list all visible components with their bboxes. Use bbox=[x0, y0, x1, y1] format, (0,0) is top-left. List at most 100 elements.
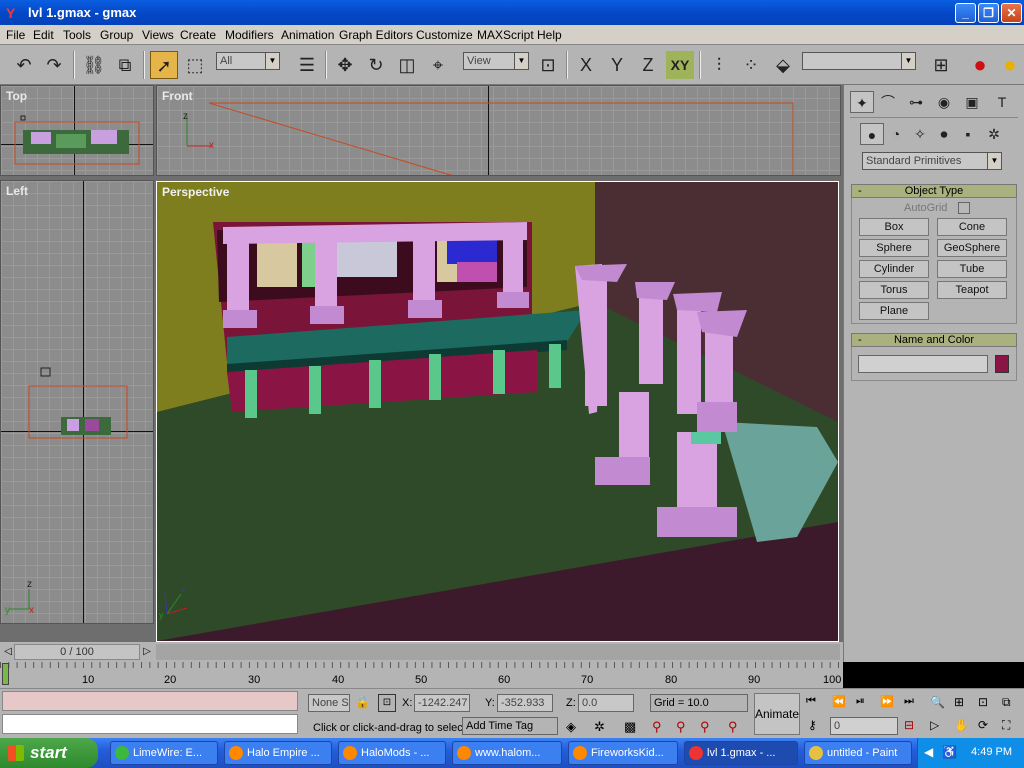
axis-z-button[interactable]: Z bbox=[634, 51, 662, 79]
prev-frame-icon[interactable]: ◁ bbox=[2, 644, 14, 660]
viewport-tool-icon[interactable]: ◈ bbox=[566, 719, 576, 735]
current-frame-field[interactable]: 0 bbox=[830, 717, 898, 735]
arc-rotate-icon[interactable]: ⟳ bbox=[978, 718, 988, 732]
menu-file[interactable]: File bbox=[6, 28, 25, 42]
motion-tab-icon[interactable]: ◉ bbox=[932, 91, 956, 113]
goto-end-icon[interactable]: ⏭ bbox=[904, 695, 914, 708]
box-button[interactable]: Box bbox=[859, 218, 929, 236]
display-tab-icon[interactable]: ▣ bbox=[960, 91, 984, 113]
pivot-icon[interactable]: ⌖ bbox=[424, 51, 452, 79]
name-color-rollout-header[interactable]: - Name and Color bbox=[851, 333, 1017, 347]
undo-icon[interactable]: ↶ bbox=[10, 51, 38, 79]
degrade-override-icon[interactable]: ✲ bbox=[594, 719, 605, 735]
key-mode-icon[interactable]: ⚷ bbox=[808, 718, 817, 732]
y-coordinate-field[interactable]: -352.933 bbox=[497, 694, 553, 712]
geosphere-button[interactable]: GeoSphere bbox=[937, 239, 1007, 257]
spinner-snap-icon[interactable]: ⚲ bbox=[728, 719, 738, 735]
create-tab-icon[interactable]: ✦ bbox=[850, 91, 874, 113]
time-slider-track[interactable] bbox=[156, 644, 840, 660]
timeline-ruler[interactable]: 10 20 30 40 50 60 70 80 90 100 bbox=[0, 662, 843, 688]
current-frame-marker[interactable] bbox=[2, 663, 9, 685]
goto-start-icon[interactable]: ⏮ bbox=[806, 695, 816, 708]
crossing-selection-icon[interactable]: ▩ bbox=[624, 719, 636, 735]
scale-icon[interactable]: ◫ bbox=[393, 51, 421, 79]
menu-group[interactable]: Group bbox=[100, 28, 133, 42]
lock-icon[interactable]: 🔒 bbox=[355, 695, 370, 709]
autogrid-checkbox[interactable] bbox=[958, 202, 970, 214]
reference-coord-dropdown[interactable]: View ▼ bbox=[463, 52, 529, 70]
category-dropdown[interactable]: Standard Primitives ▼ bbox=[862, 152, 1002, 170]
object-name-field[interactable] bbox=[858, 355, 988, 373]
object-color-swatch[interactable] bbox=[995, 355, 1009, 373]
taskbar-item-halo-empire[interactable]: Halo Empire ... bbox=[224, 741, 332, 765]
redo-icon[interactable]: ↷ bbox=[40, 51, 68, 79]
select-by-name-icon[interactable]: ☰ bbox=[293, 51, 321, 79]
named-selection-dropdown[interactable]: ▼ bbox=[802, 52, 916, 70]
schematic-view-icon[interactable]: ⊞ bbox=[927, 51, 955, 79]
object-type-rollout-header[interactable]: - Object Type bbox=[851, 184, 1017, 198]
viewport-top[interactable]: Top bbox=[0, 85, 154, 176]
maximize-viewport-icon[interactable]: ⛶ bbox=[1002, 718, 1010, 733]
maxscript-listener-white[interactable] bbox=[2, 714, 298, 734]
move-icon[interactable]: ✥ bbox=[331, 51, 359, 79]
animate-button[interactable]: Animate bbox=[754, 693, 800, 735]
tube-button[interactable]: Tube bbox=[937, 260, 1007, 278]
menu-edit[interactable]: Edit bbox=[33, 28, 54, 42]
geometry-icon[interactable]: ● bbox=[860, 123, 884, 145]
menu-help[interactable]: Help bbox=[537, 28, 562, 42]
torus-button[interactable]: Torus bbox=[859, 281, 929, 299]
start-button[interactable]: start bbox=[0, 738, 98, 768]
menu-modifiers[interactable]: Modifiers bbox=[225, 28, 274, 42]
shapes-icon[interactable]: ◔ bbox=[884, 123, 908, 145]
next-key-icon[interactable]: ⏩ bbox=[880, 695, 894, 708]
x-coordinate-field[interactable]: -1242.247 bbox=[414, 694, 470, 712]
rotate-icon[interactable]: ↻ bbox=[362, 51, 390, 79]
prev-key-icon[interactable]: ⏪ bbox=[832, 695, 846, 708]
selection-filter-dropdown[interactable]: All ▼ bbox=[216, 52, 280, 70]
select-object-icon[interactable]: ➚ bbox=[150, 51, 178, 79]
gmax-app-icon[interactable]: Y bbox=[6, 5, 22, 21]
time-config-icon[interactable]: ⊟ bbox=[904, 718, 914, 732]
render-scene-icon[interactable]: ● bbox=[966, 51, 994, 79]
close-button[interactable]: ✕ bbox=[1001, 3, 1022, 23]
axis-x-button[interactable]: X bbox=[572, 51, 600, 79]
unlink-icon[interactable]: ⧉ bbox=[111, 51, 139, 79]
cone-button[interactable]: Cone bbox=[937, 218, 1007, 236]
menu-tools[interactable]: Tools bbox=[63, 28, 91, 42]
utilities-tab-icon[interactable]: T bbox=[990, 91, 1014, 113]
cylinder-button[interactable]: Cylinder bbox=[859, 260, 929, 278]
helpers-icon[interactable]: ▪ bbox=[956, 123, 980, 145]
menu-customize[interactable]: Customize bbox=[416, 28, 473, 42]
snap-toggle-icon[interactable]: ⚲ bbox=[652, 719, 662, 735]
zoom-all-icon[interactable]: ⊞ bbox=[954, 695, 964, 709]
sphere-button[interactable]: Sphere bbox=[859, 239, 929, 257]
select-and-link-icon[interactable]: ⛓ bbox=[80, 51, 108, 79]
viewport-perspective[interactable]: z y Perspective bbox=[156, 181, 839, 642]
teapot-button[interactable]: Teapot bbox=[937, 281, 1007, 299]
array-icon[interactable]: ⁘ bbox=[737, 51, 765, 79]
menu-create[interactable]: Create bbox=[180, 28, 216, 42]
next-frame-icon[interactable]: ▷ bbox=[141, 644, 153, 660]
viewport-front[interactable]: z x Front bbox=[156, 85, 841, 176]
add-time-tag-button[interactable]: Add Time Tag bbox=[462, 717, 558, 735]
pan-icon[interactable]: ✋ bbox=[954, 718, 969, 732]
zoom-icon[interactable]: 🔍 bbox=[930, 695, 945, 709]
region-select-icon[interactable]: ⬚ bbox=[181, 51, 209, 79]
menu-animation[interactable]: Animation bbox=[281, 28, 334, 42]
accessibility-icon[interactable]: ♿ bbox=[942, 745, 957, 759]
align-icon[interactable]: ⬙ bbox=[769, 51, 797, 79]
z-coordinate-field[interactable]: 0.0 bbox=[578, 694, 634, 712]
menu-maxscript[interactable]: MAXScript bbox=[477, 28, 534, 42]
lights-icon[interactable]: ✧ bbox=[908, 123, 932, 145]
modify-tab-icon[interactable]: ⌒ bbox=[876, 91, 900, 113]
taskbar-item-paint[interactable]: untitled - Paint bbox=[804, 741, 912, 765]
minimize-button[interactable]: _ bbox=[955, 3, 976, 23]
taskbar-item-gmax[interactable]: lvl 1.gmax - ... bbox=[684, 741, 798, 765]
quick-render-icon[interactable]: ● bbox=[996, 51, 1024, 79]
absolute-mode-icon[interactable]: ⊡ bbox=[378, 694, 396, 712]
viewport-left[interactable]: z y x Left bbox=[0, 180, 154, 624]
percent-snap-icon[interactable]: ⚲ bbox=[700, 719, 710, 735]
axis-y-button[interactable]: Y bbox=[603, 51, 631, 79]
field-of-view-icon[interactable]: ▷ bbox=[930, 718, 939, 732]
menu-views[interactable]: Views bbox=[142, 28, 174, 42]
